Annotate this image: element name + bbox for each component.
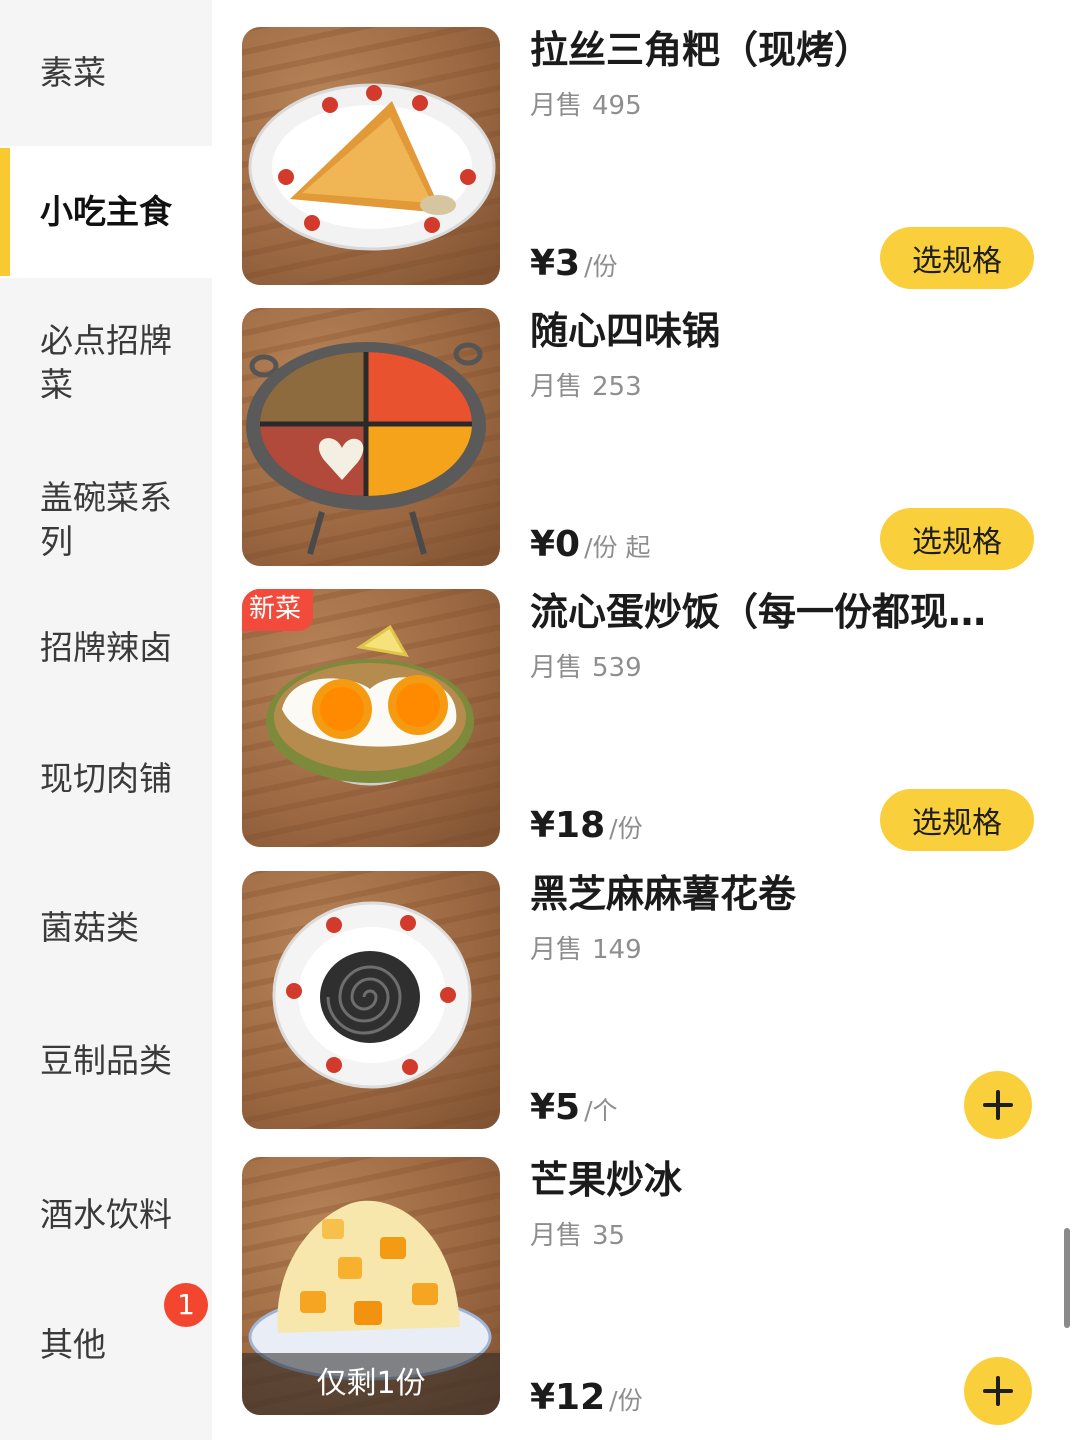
- price: ¥5/个: [530, 1087, 618, 1128]
- plus-icon: [983, 1376, 1013, 1406]
- sales-count: 539: [592, 653, 642, 683]
- choose-spec-button[interactable]: 选规格: [880, 227, 1034, 289]
- sales-count: 253: [592, 372, 642, 402]
- price-value: ¥0: [530, 524, 581, 565]
- dish-image-sesame-roll[interactable]: [242, 871, 500, 1129]
- sidebar-item-mushrooms[interactable]: 菌菇类: [0, 854, 212, 1002]
- add-to-cart-button[interactable]: [964, 1357, 1032, 1425]
- dish-image-four-flavor-pot[interactable]: [242, 308, 500, 566]
- price-value: ¥18: [530, 805, 606, 846]
- scrollbar[interactable]: [1064, 1228, 1070, 1328]
- price-unit: /个: [584, 1096, 618, 1125]
- sales-label: 月售: [530, 1221, 583, 1251]
- menu-item[interactable]: 新菜 流心蛋炒饭（每一份都现… 月售 539 ¥18/份 选规格: [242, 589, 1042, 851]
- sidebar-item-spicy-braised[interactable]: 招牌辣卤: [0, 592, 212, 704]
- sidebar-item-drinks[interactable]: 酒水饮料: [0, 1120, 212, 1310]
- stock-left-label: 仅剩1份: [242, 1353, 500, 1415]
- price-unit: /份: [609, 814, 643, 843]
- dish-name: 随心四味锅: [530, 309, 721, 353]
- monthly-sales: 月售 539: [530, 647, 642, 684]
- monthly-sales: 月售 253: [530, 366, 642, 403]
- new-dish-tag: 新菜: [242, 589, 314, 631]
- sidebar-item-label: 菌菇类: [40, 908, 139, 947]
- sidebar-item-label: 素菜: [40, 53, 106, 92]
- price-unit: /份: [584, 252, 618, 281]
- sidebar-item-snacks-staples[interactable]: 小吃主食: [0, 146, 212, 278]
- price-unit: /份: [584, 533, 618, 562]
- sales-count: 149: [592, 935, 642, 965]
- monthly-sales: 月售 149: [530, 929, 642, 966]
- sidebar-item-vegetables[interactable]: 素菜: [0, 0, 212, 146]
- choose-spec-button[interactable]: 选规格: [880, 789, 1034, 851]
- menu-item[interactable]: 黑芝麻麻薯花卷 月售 149 ¥5/个: [242, 871, 1042, 1139]
- sidebar-item-label: 小吃主食: [40, 192, 172, 231]
- dish-image-mango-ice[interactable]: 仅剩1份: [242, 1157, 500, 1415]
- price: ¥18/份: [530, 805, 643, 846]
- sidebar-item-label: 招牌辣卤: [40, 628, 172, 667]
- plus-icon: [983, 1090, 1013, 1120]
- sales-label: 月售: [530, 653, 583, 683]
- dish-name: 黑芝麻麻薯花卷: [530, 872, 797, 916]
- add-to-cart-button[interactable]: [964, 1071, 1032, 1139]
- sidebar-item-label: 豆制品类: [40, 1041, 172, 1080]
- monthly-sales: 月售 495: [530, 85, 642, 122]
- dish-image-egg-fried-rice[interactable]: 新菜: [242, 589, 500, 847]
- sales-label: 月售: [530, 91, 583, 121]
- cart-count-badge: 1: [164, 1283, 208, 1327]
- sidebar-item-label: 现切肉铺: [40, 759, 172, 798]
- dish-name: 拉丝三角粑（现烤）: [530, 28, 873, 72]
- sidebar-item-fresh-cut-meat[interactable]: 现切肉铺: [0, 704, 212, 854]
- price: ¥3/份: [530, 243, 618, 284]
- category-sidebar: 素菜 小吃主食 必点招牌菜 盖碗菜系列 招牌辣卤 现切肉铺 菌菇类 豆制品类 酒…: [0, 0, 212, 1440]
- sesame-roll-plate-icon: [272, 901, 472, 1089]
- sales-label: 月售: [530, 935, 583, 965]
- sales-count: 35: [592, 1221, 626, 1251]
- sales-label: 月售: [530, 372, 583, 402]
- price-from-label: 起: [625, 533, 651, 562]
- price: ¥0/份起: [530, 524, 651, 565]
- sidebar-item-label: 盖碗菜系列: [40, 478, 172, 561]
- triangle-cake-plate-icon: [248, 83, 496, 251]
- sidebar-item-label: 必点招牌菜: [40, 321, 172, 404]
- choose-spec-button[interactable]: 选规格: [880, 508, 1034, 570]
- hotpot-icon: [246, 342, 486, 555]
- sales-count: 495: [592, 91, 642, 121]
- price: ¥12/份: [530, 1377, 643, 1418]
- price-value: ¥5: [530, 1087, 581, 1128]
- sidebar-item-tofu[interactable]: 豆制品类: [0, 1002, 212, 1120]
- sidebar-item-label: 其他: [40, 1325, 106, 1364]
- dish-name: 芒果炒冰: [530, 1158, 683, 1202]
- sidebar-item-signature[interactable]: 必点招牌菜: [0, 278, 212, 448]
- monthly-sales: 月售 35: [530, 1215, 625, 1252]
- dish-image-triangle-cake[interactable]: [242, 27, 500, 285]
- menu-item[interactable]: 仅剩1份 芒果炒冰 月售 35 ¥12/份: [242, 1157, 1042, 1425]
- menu-item[interactable]: 随心四味锅 月售 253 ¥0/份起 选规格: [242, 308, 1042, 570]
- price-unit: /份: [609, 1386, 643, 1415]
- menu-item[interactable]: 拉丝三角粑（现烤） 月售 495 ¥3/份 选规格: [242, 27, 1042, 289]
- price-value: ¥3: [530, 243, 581, 284]
- price-value: ¥12: [530, 1377, 606, 1418]
- sidebar-item-bowl-dishes[interactable]: 盖碗菜系列: [0, 448, 212, 592]
- dish-name: 流心蛋炒饭（每一份都现…: [530, 590, 987, 634]
- sidebar-item-label: 酒水饮料: [40, 1195, 172, 1234]
